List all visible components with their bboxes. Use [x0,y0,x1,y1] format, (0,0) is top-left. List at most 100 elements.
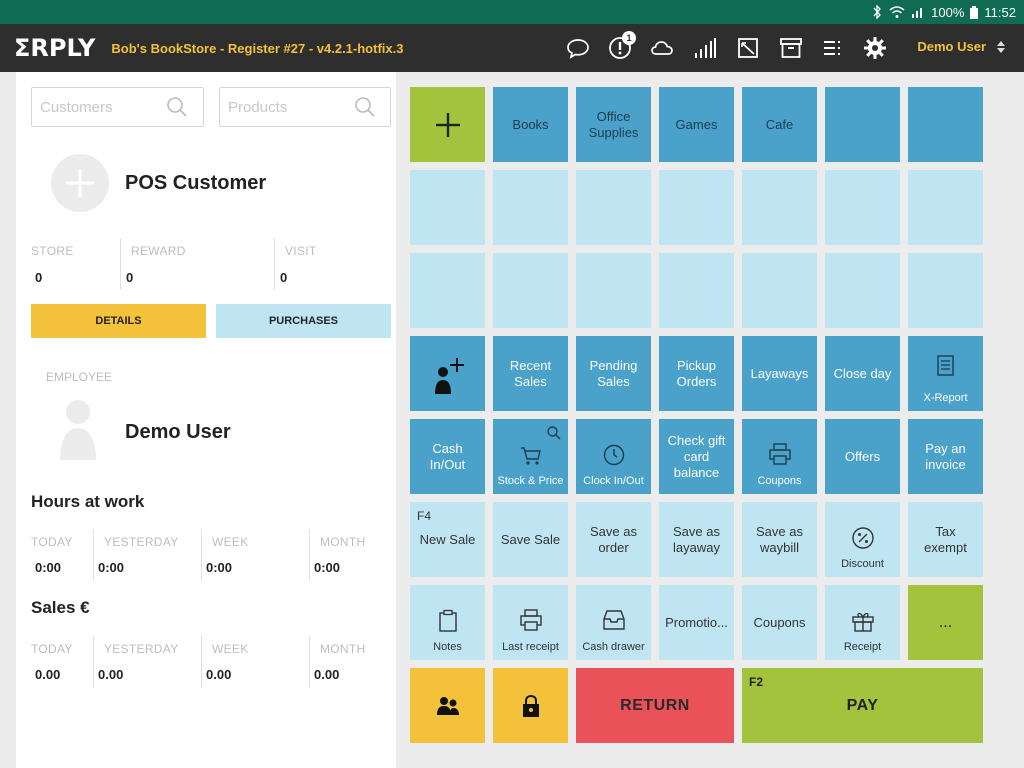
hours-week-label: WEEK [212,535,249,549]
save-as-layaway-button[interactable]: Save as layaway [659,502,734,577]
tile-label: Pickup Orders [676,357,717,389]
customers-group-button[interactable] [410,668,485,743]
details-button[interactable]: DETAILS [31,304,206,338]
category-office-supplies[interactable]: Office Supplies [576,87,651,162]
check-gift-card-balance-button[interactable]: Check gift card balance [659,419,734,494]
wifi-icon [889,6,905,18]
empty-tile[interactable] [493,253,568,328]
promotions-button[interactable]: Promotio... [659,585,734,660]
employee-name: Demo User [125,421,231,443]
cloud-sync-icon[interactable] [650,36,674,60]
empty-category-tile[interactable] [908,87,983,162]
category-games[interactable]: Games [659,87,734,162]
empty-tile[interactable] [493,170,568,245]
search-icon [167,97,187,117]
add-product-button[interactable] [410,87,485,162]
empty-tile[interactable] [576,253,651,328]
discount-button[interactable]: Discount [825,502,900,577]
tile-label: Last receipt [502,641,559,653]
tile-label: Offers [844,448,881,464]
pending-sales-button[interactable]: Pending Sales [576,336,651,411]
shortcut-key-label: F2 [749,675,764,689]
pickup-orders-button[interactable]: Pickup Orders [659,336,734,411]
tax-exempt-button[interactable]: Tax exempt [908,502,983,577]
empty-tile[interactable] [825,170,900,245]
new-sale-button[interactable]: F4 New Sale [410,502,485,577]
save-sale-button[interactable]: Save Sale [493,502,568,577]
customer-panel: POS Customer STORE 0 REWARD 0 VISIT 0 DE… [16,72,396,768]
coupons-list-button[interactable]: Coupons [742,585,817,660]
offers-button[interactable]: Offers [825,419,900,494]
category-cafe[interactable]: Cafe [742,87,817,162]
empty-tile[interactable] [576,170,651,245]
plus-icon [66,169,94,197]
erply-logo: ΣRPLY [14,34,96,62]
store-value: 0 [35,270,43,285]
tile-label: Pending Sales [589,357,638,389]
hours-month-value: 0:00 [314,560,341,575]
recent-sales-button[interactable]: Recent Sales [493,336,568,411]
tile-label: PAY [846,696,879,714]
visit-label: VISIT [285,244,317,258]
divider [120,238,121,290]
tile-label: Receipt [843,641,882,653]
settings-gear-icon[interactable] [863,36,887,60]
network-strength-icon[interactable] [693,36,717,60]
reports-icon[interactable] [736,36,760,60]
chat-icon[interactable] [566,36,590,60]
last-receipt-button[interactable]: Last receipt [493,585,568,660]
tile-label: Save Sale [500,531,561,547]
cash-drawer-button[interactable]: Cash drawer [576,585,651,660]
add-customer-avatar[interactable] [51,154,109,212]
x-report-button[interactable]: X-Report [908,336,983,411]
more-options-button[interactable]: ... [908,585,983,660]
shortcut-key-label: F4 [417,509,432,523]
notes-button[interactable]: Notes [410,585,485,660]
alerts-count-badge: 1 [622,31,636,45]
empty-tile[interactable] [825,253,900,328]
tile-label: Close day [833,365,892,381]
lock-icon [522,694,539,717]
empty-tile[interactable] [659,253,734,328]
save-as-waybill-button[interactable]: Save as waybill [742,502,817,577]
empty-tile[interactable] [908,170,983,245]
empty-tile[interactable] [742,253,817,328]
shopping-cart-icon [520,447,541,465]
layaways-button[interactable]: Layaways [742,336,817,411]
purchases-button[interactable]: PURCHASES [216,304,391,338]
app-header: ΣRPLY Bob's BookStore - Register #27 - v… [0,24,1024,72]
printer-icon [519,609,542,631]
magnifier-icon [547,426,561,440]
empty-tile[interactable] [410,170,485,245]
add-customer-button[interactable] [410,336,485,411]
pay-button[interactable]: F2 PAY [742,668,983,743]
save-as-order-button[interactable]: Save as order [576,502,651,577]
empty-tile[interactable] [410,253,485,328]
cash-in-out-button[interactable]: Cash In/Out [410,419,485,494]
clock-icon [603,444,624,466]
sales-week-value: 0.00 [206,667,232,682]
clock-in-out-button[interactable]: Clock In/Out [576,419,651,494]
empty-category-tile[interactable] [825,87,900,162]
pay-invoice-button[interactable]: Pay an invoice [908,419,983,494]
tile-label: Recent Sales [509,357,552,389]
lock-register-button[interactable] [493,668,568,743]
empty-tile[interactable] [908,253,983,328]
return-button[interactable]: RETURN [576,668,734,743]
close-day-button[interactable]: Close day [825,336,900,411]
gift-receipt-button[interactable]: Receipt [825,585,900,660]
sales-today-value: 0.00 [35,667,61,682]
alerts-button[interactable]: 1 [607,31,636,62]
hours-week-value: 0:00 [206,560,233,575]
empty-tile[interactable] [659,170,734,245]
clock: 11:52 [984,4,1016,20]
menu-list-icon[interactable] [821,36,845,60]
users-icon [436,696,459,715]
coupons-button[interactable]: Coupons [742,419,817,494]
archive-icon[interactable] [779,36,803,60]
stock-price-button[interactable]: Stock & Price [493,419,568,494]
tile-label: Promotio... [665,614,728,630]
category-books[interactable]: Books [493,87,568,162]
user-menu[interactable]: Demo User [917,39,1006,54]
empty-tile[interactable] [742,170,817,245]
